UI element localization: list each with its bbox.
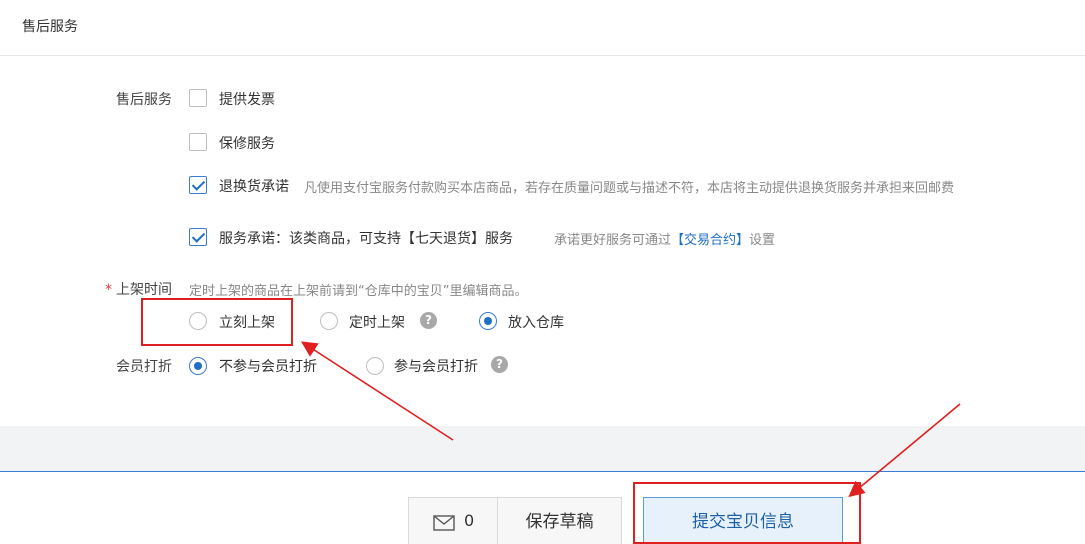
warehouse-radio[interactable] [479,312,497,330]
member-discount-label: 会员打折 [116,359,172,375]
member-discount-radio[interactable] [366,357,384,375]
help-icon[interactable]: ? [491,356,508,373]
section-title: 售后服务 [22,19,78,35]
scheduled-list-label: 定时上架 [349,315,405,331]
section-header: 售后服务 [0,0,1085,56]
no-member-discount-label: 不参与会员打折 [219,359,317,375]
invoice-checkbox[interactable] [189,89,207,107]
service-promise-checkbox[interactable] [189,228,207,246]
service-hint-prefix: 承诺更好服务可通过 [554,233,672,248]
service-promise-label: 服务承诺：该类商品，可支持【七天退货】服务 [219,231,513,247]
annotation-highlight-list-now [141,298,293,346]
help-icon[interactable]: ? [420,312,437,329]
annotation-highlight-submit [633,482,861,544]
warranty-label: 保修服务 [219,136,275,152]
scheduled-list-radio[interactable] [320,312,338,330]
return-promise-checkbox[interactable] [189,176,207,194]
page: 售后服务 售后服务 提供发票 保修服务 退换货承诺 凡使用支付宝服务付款购买本店… [0,0,1085,544]
envelope-icon [433,515,455,531]
service-hint-suffix: 设置 [749,233,776,248]
return-promise-label: 退换货承诺 [219,179,289,195]
required-mark: * [105,282,112,298]
listing-time-label-text: 上架时间 [116,282,172,298]
service-promise-hint: 承诺更好服务可通过【交易合约】设置 [554,229,775,248]
warehouse-label: 放入仓库 [508,315,564,331]
warranty-checkbox[interactable] [189,133,207,151]
message-button[interactable]: 0 [408,497,498,544]
listing-time-label: * 上架时间 [52,279,172,299]
save-draft-button[interactable]: 保存草稿 [498,497,622,544]
no-member-discount-radio[interactable] [189,357,207,375]
trade-contract-link[interactable]: 【交易合约】 [671,233,749,248]
after-sales-label: 售后服务 [116,92,172,108]
message-count: 0 [464,511,475,530]
listing-time-hint: 定时上架的商品在上架前请到“仓库中的宝贝”里编辑商品。 [189,284,528,299]
invoice-label: 提供发票 [219,92,275,108]
return-promise-hint: 凡使用支付宝服务付款购买本店商品，若存在质量问题或与描述不符，本店将主动提供退换… [304,181,955,196]
section-divider [0,426,1085,472]
member-discount-option-label: 参与会员打折 [394,359,478,375]
